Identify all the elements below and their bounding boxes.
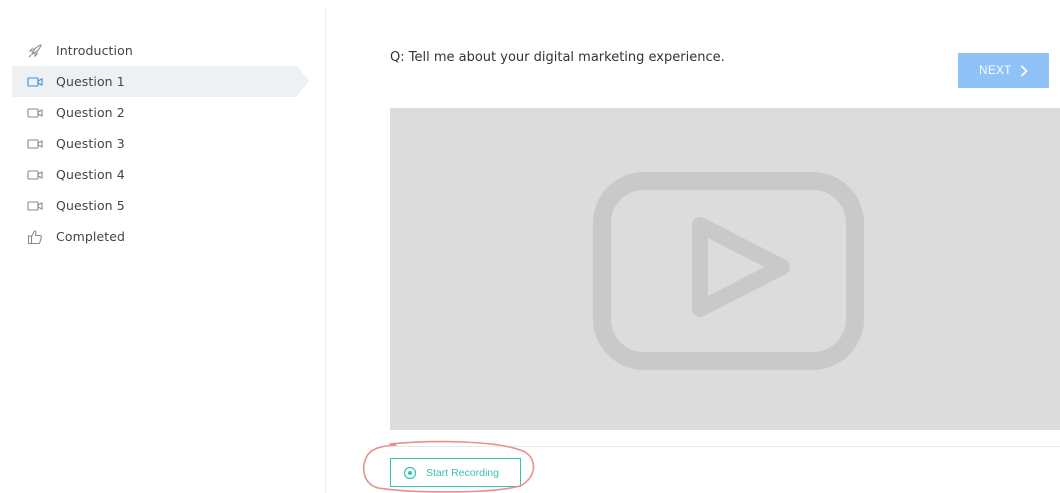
- video-camera-icon: [26, 197, 44, 215]
- sidebar-item-label: Question 4: [56, 167, 125, 182]
- sidebar-divider: [325, 8, 326, 493]
- start-recording-label: Start Recording: [426, 466, 499, 479]
- video-camera-icon: [26, 135, 44, 153]
- sidebar-item-label: Completed: [56, 229, 126, 244]
- divider: [390, 446, 1060, 447]
- sidebar-item-label: Question 5: [56, 198, 125, 213]
- sidebar-item-completed[interactable]: Completed: [12, 221, 297, 252]
- chevron-right-icon: [1020, 64, 1028, 77]
- sidebar-item-question-4[interactable]: Question 4: [12, 159, 297, 190]
- video-camera-icon: [26, 73, 44, 91]
- video-player[interactable]: [390, 108, 1060, 430]
- sidebar-item-label: Introduction: [56, 43, 133, 58]
- rocket-icon: [26, 42, 44, 60]
- question-text: Q: Tell me about your digital marketing …: [390, 50, 725, 65]
- record-icon: [403, 466, 417, 480]
- sidebar-item-label: Question 1: [56, 74, 125, 89]
- sidebar-item-introduction[interactable]: Introduction: [12, 35, 297, 66]
- video-camera-icon: [26, 166, 44, 184]
- video-camera-icon: [26, 104, 44, 122]
- sidebar-item-question-3[interactable]: Question 3: [12, 128, 297, 159]
- sidebar: Introduction Question 1 Question 2 Quest…: [0, 0, 325, 493]
- sidebar-item-question-1[interactable]: Question 1: [12, 66, 309, 97]
- thumbs-up-icon: [26, 228, 44, 246]
- next-button-label: NEXT: [979, 64, 1012, 77]
- sidebar-item-question-2[interactable]: Question 2: [12, 97, 297, 128]
- next-button[interactable]: NEXT: [958, 53, 1049, 88]
- start-recording-button[interactable]: Start Recording: [390, 458, 521, 487]
- play-video-icon: [593, 172, 864, 370]
- sidebar-item-label: Question 3: [56, 136, 125, 151]
- sidebar-item-label: Question 2: [56, 105, 125, 120]
- sidebar-item-question-5[interactable]: Question 5: [12, 190, 297, 221]
